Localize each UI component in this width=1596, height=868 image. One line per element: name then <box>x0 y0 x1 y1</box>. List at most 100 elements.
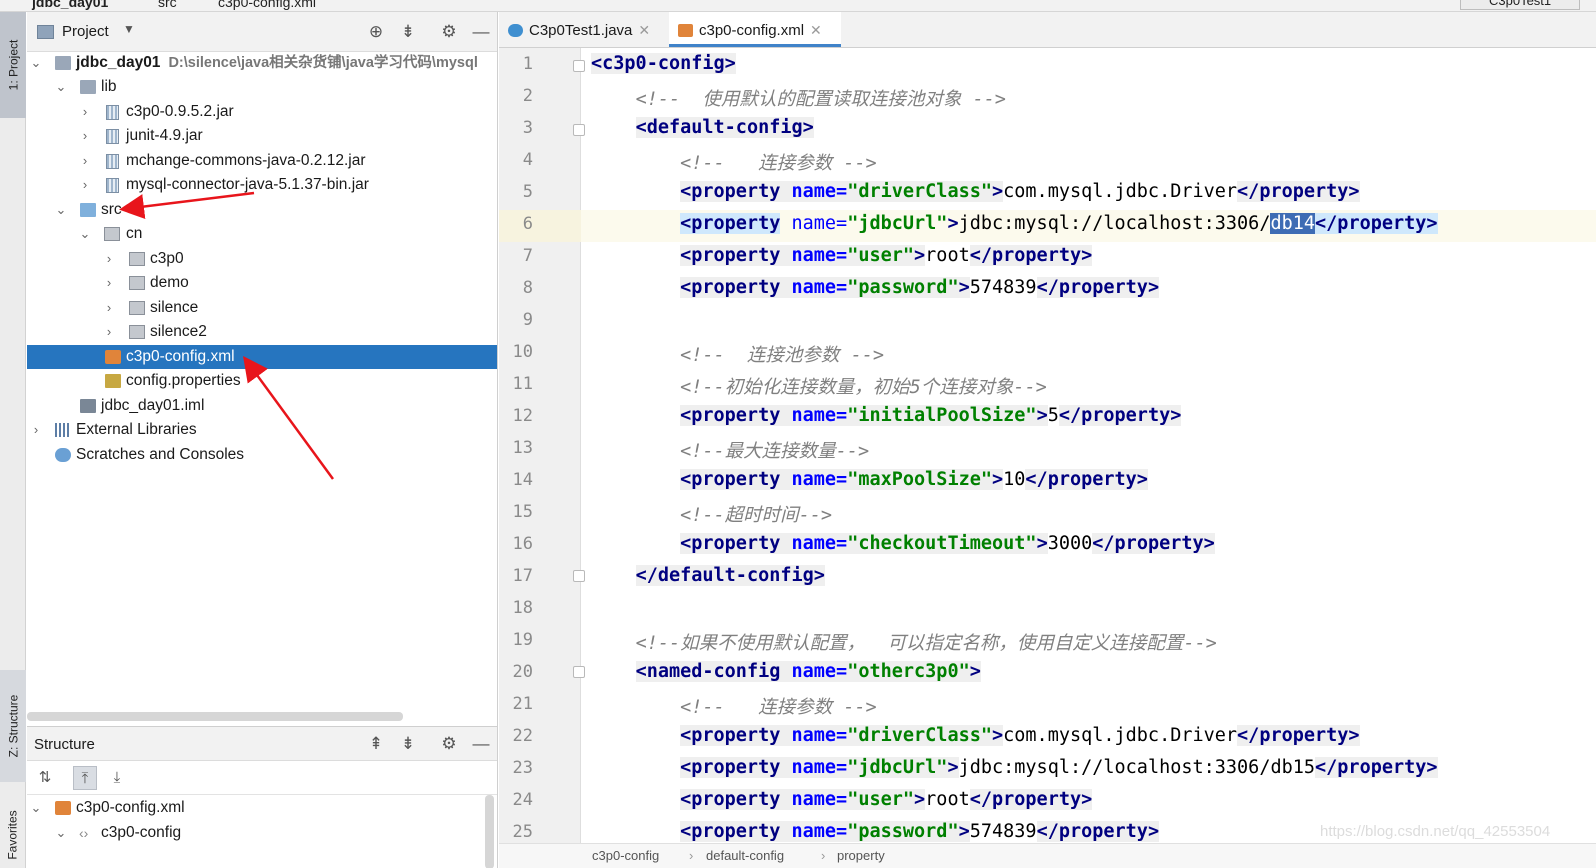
line-number: 25 <box>512 822 533 842</box>
tree-row-lib[interactable]: ⌄ lib <box>27 75 497 100</box>
run-configuration-select[interactable]: C3p0Test1 <box>1460 0 1580 10</box>
project-view-icon <box>37 25 54 39</box>
breadcrumb-default-config[interactable]: default-config <box>706 848 784 863</box>
chevron-right-icon[interactable]: › <box>78 100 92 125</box>
tree-row-label: src <box>101 200 122 218</box>
line-number: 8 <box>522 278 533 298</box>
tree-row-external-libraries[interactable]: › External Libraries <box>27 418 497 443</box>
tree-row-package[interactable]: › silence2 <box>27 320 497 345</box>
chevron-right-icon[interactable]: › <box>78 124 92 149</box>
fold-marker-icon[interactable] <box>573 570 585 582</box>
collapse-all-icon[interactable]: ⇟ <box>397 21 419 43</box>
code-line-10: <!-- 连接池参数 --> <box>680 345 884 366</box>
tree-row-package[interactable]: › silence <box>27 296 497 321</box>
tree-row-src[interactable]: ⌄ src <box>27 198 497 223</box>
structure-tool-tab[interactable]: Z: Structure <box>0 670 26 782</box>
selected-text: db14 <box>1270 213 1316 234</box>
line-number: 13 <box>512 438 533 458</box>
line-number: 24 <box>512 790 533 810</box>
tree-row-c3p0-config-xml[interactable]: c3p0-config.xml <box>27 344 497 370</box>
chevron-right-icon[interactable]: › <box>102 271 116 296</box>
hide-panel-icon[interactable]: — <box>470 733 492 755</box>
chevron-right-icon[interactable]: › <box>102 296 116 321</box>
code-editor[interactable]: 1 2 3 4 5 6 7 8 9 10 11 12 13 14 15 16 17 18 19 20 21 22 23 24 2… <box>499 48 1596 843</box>
tree-row-package[interactable]: › c3p0 <box>27 247 497 272</box>
package-icon <box>129 325 145 339</box>
tree-row-jar[interactable]: › mysql-connector-java-5.1.37-bin.jar <box>27 173 497 198</box>
fold-marker-icon[interactable] <box>573 124 585 136</box>
xml-file-icon <box>678 24 693 37</box>
line-number: 7 <box>522 246 533 266</box>
tree-row-label: c3p0-0.9.5.2.jar <box>126 102 234 120</box>
code-line-22: <property name="driverClass">com.mysql.j… <box>680 725 1360 746</box>
chevron-down-icon[interactable]: ⌄ <box>78 222 92 247</box>
tree-row-label: mysql-connector-java-5.1.37-bin.jar <box>126 176 369 193</box>
locate-file-icon[interactable]: ⊕ <box>365 21 387 43</box>
chevron-right-icon[interactable]: › <box>102 320 116 345</box>
expand-all-icon[interactable]: ⇞ <box>365 733 387 755</box>
chevron-right-icon[interactable]: › <box>102 247 116 272</box>
tree-row-jar[interactable]: › mchange-commons-java-0.2.12.jar <box>27 149 497 174</box>
tab-c3p0test1-java[interactable]: C3p0Test1.java ✕ <box>499 12 665 47</box>
package-icon <box>104 227 120 241</box>
project-panel-header: Project ▼ ⊕ ⇟ ⚙ — <box>27 12 497 52</box>
structure-panel-header: Structure ⇞ ⇟ ⚙ — <box>27 727 497 761</box>
tree-row-jar[interactable]: › junit-4.9.jar <box>27 124 497 149</box>
tree-row-label: jdbc_day01.iml <box>101 396 205 414</box>
editor-breadcrumb: c3p0-config › default-config › property <box>499 843 1596 868</box>
chevron-down-icon[interactable]: ⌄ <box>54 198 68 223</box>
fold-marker-icon[interactable] <box>573 60 585 72</box>
project-tool-tab[interactable]: 1: Project <box>0 12 26 118</box>
tree-row-jar[interactable]: › c3p0-0.9.5.2.jar <box>27 100 497 125</box>
sort-alphabetically-icon[interactable]: ⇅ <box>33 766 57 790</box>
chevron-down-icon[interactable]: ⌄ <box>29 51 43 76</box>
line-number: 22 <box>512 726 533 746</box>
chevron-down-icon[interactable]: ⌄ <box>29 796 43 821</box>
line-number: 3 <box>522 118 533 138</box>
tree-row-config-properties[interactable]: config.properties <box>27 369 497 394</box>
hide-panel-icon[interactable]: — <box>470 21 492 43</box>
line-number: 16 <box>512 534 533 554</box>
properties-file-icon <box>105 374 121 388</box>
breadcrumb-property[interactable]: property <box>837 848 885 863</box>
collapse-all-icon[interactable]: ⇟ <box>397 733 419 755</box>
vertical-scrollbar[interactable] <box>485 795 494 868</box>
tree-row-package[interactable]: › demo <box>27 271 497 296</box>
tree-row-package[interactable]: ⌄ cn <box>27 222 497 247</box>
nav-crumb-project[interactable]: jdbc_day01 <box>32 0 108 10</box>
tree-row-jdbc-day01[interactable]: ⌄ jdbc_day01 D:\silence\java相关杂货铺\java学习代… <box>27 51 497 76</box>
chevron-right-icon[interactable]: › <box>78 173 92 198</box>
project-view-title[interactable]: Project <box>62 23 109 40</box>
nav-crumb-file[interactable]: c3p0-config.xml <box>218 0 316 10</box>
horizontal-scrollbar[interactable] <box>27 712 403 721</box>
tree-row-label: lib <box>101 78 117 95</box>
tree-row-scratches[interactable]: Scratches and Consoles <box>27 443 497 468</box>
tree-row-iml[interactable]: jdbc_day01.iml <box>27 394 497 419</box>
jar-icon <box>106 178 119 193</box>
code-line-1: <c3p0-config> <box>591 53 736 74</box>
tab-c3p0-config-xml[interactable]: c3p0-config.xml ✕ <box>669 12 841 47</box>
chevron-right-icon[interactable]: › <box>29 418 43 443</box>
autoscroll-from-source-icon[interactable]: ⤓ <box>105 766 129 790</box>
fold-marker-icon[interactable] <box>573 666 585 678</box>
structure-row-file[interactable]: ⌄ c3p0-config.xml <box>27 796 497 821</box>
nav-crumb-src[interactable]: src <box>158 0 177 10</box>
structure-row-tag[interactable]: ⌄ ‹› c3p0-config <box>27 821 497 846</box>
code-line-6: <property name="jdbcUrl">jdbc:mysql://lo… <box>680 213 1438 234</box>
chevron-down-icon[interactable]: ⌄ <box>54 75 68 100</box>
chevron-right-icon[interactable]: › <box>78 149 92 174</box>
code-line-21: <!-- 连接参数 --> <box>680 697 877 718</box>
breadcrumb-c3p0-config[interactable]: c3p0-config <box>592 848 659 863</box>
line-number: 12 <box>512 406 533 426</box>
chevron-down-icon[interactable]: ⌄ <box>54 821 68 846</box>
code-line-20: <named-config name="otherc3p0"> <box>635 661 981 682</box>
close-icon[interactable]: ✕ <box>638 22 650 38</box>
gear-icon[interactable]: ⚙ <box>438 21 460 43</box>
chevron-down-icon[interactable]: ▼ <box>123 22 135 36</box>
autoscroll-to-source-icon[interactable]: ⤒ <box>73 766 97 790</box>
close-icon[interactable]: ✕ <box>810 22 822 38</box>
gear-icon[interactable]: ⚙ <box>438 733 460 755</box>
tree-row-label: mchange-commons-java-0.2.12.jar <box>126 151 366 169</box>
favorites-tool-tab[interactable]: Favorites <box>0 802 26 868</box>
xml-file-icon <box>55 801 71 815</box>
